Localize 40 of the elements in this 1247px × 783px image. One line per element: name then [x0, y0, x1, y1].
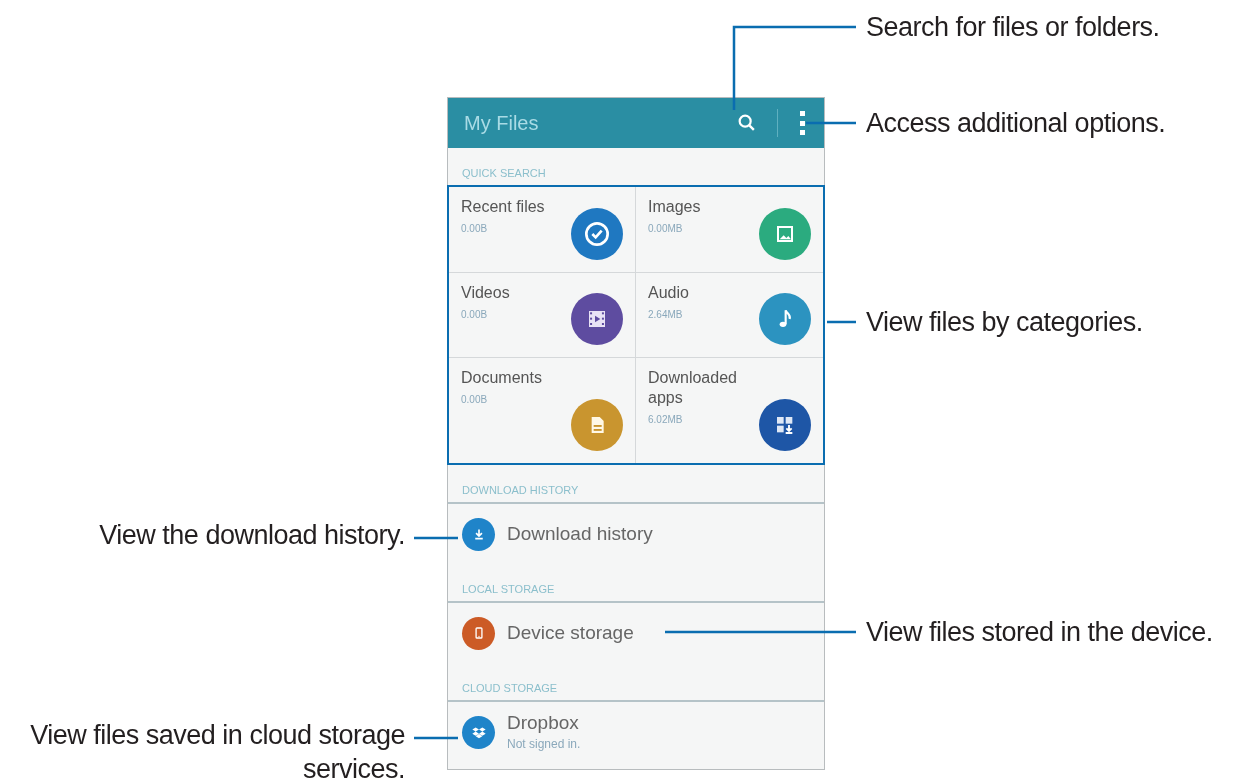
item-label: Download history [507, 522, 653, 546]
category-size: 0.00B [461, 307, 489, 322]
callout-text: View files by categories. [866, 306, 1143, 339]
category-size: 2.64MB [648, 307, 684, 322]
callout-text: Access additional options. [866, 107, 1166, 140]
category-size: 6.02MB [648, 413, 684, 428]
category-label: Downloaded apps [648, 368, 738, 409]
callout-text: View files saved in cloud storage services. [29, 719, 405, 783]
category-label: Documents [461, 368, 543, 389]
category-size: 0.00B [461, 222, 489, 236]
callout-text: Search for files or folders. [866, 11, 1160, 44]
callout-text: View the download history. [98, 519, 405, 552]
list-item[interactable]: Download history [448, 502, 824, 564]
category-tile[interactable]: Recent files 0.00B [449, 187, 636, 273]
list-item[interactable]: Device storage [448, 601, 824, 663]
category-tile[interactable]: Documents 0.00B [449, 358, 636, 463]
section-heading: QUICK SEARCH [461, 166, 547, 181]
category-label: Recent files [461, 197, 546, 217]
leader-line [806, 121, 856, 125]
list-item[interactable]: Dropbox Not signed in. [448, 700, 824, 762]
category-tile[interactable]: Images 0.00MB [636, 187, 823, 273]
category-tile[interactable]: Audio 2.64MB [636, 272, 823, 359]
category-label: Images [648, 197, 702, 217]
section-heading: CLOUD STORAGE [461, 681, 559, 696]
section-heading: LOCAL STORAGE [461, 582, 556, 597]
callout-text: View files stored in the device. [866, 616, 1213, 649]
item-label: Dropbox [507, 711, 580, 735]
category-size: 0.00B [461, 393, 489, 408]
leader-line [827, 320, 856, 324]
app-title: My Files [464, 111, 540, 136]
section-heading: DOWNLOAD HISTORY [461, 483, 580, 498]
category-label: Videos [461, 282, 511, 303]
category-tile[interactable]: Videos 0.00B [449, 272, 636, 359]
leader-line [414, 536, 458, 540]
leader-line [414, 736, 458, 740]
category-label: Audio [648, 282, 690, 303]
category-tile[interactable]: Downloaded apps 6.02MB [636, 358, 823, 463]
category-size: 0.00MB [648, 222, 684, 236]
item-subtitle: Not signed in. [507, 735, 581, 753]
item-label: Device storage [507, 621, 634, 645]
